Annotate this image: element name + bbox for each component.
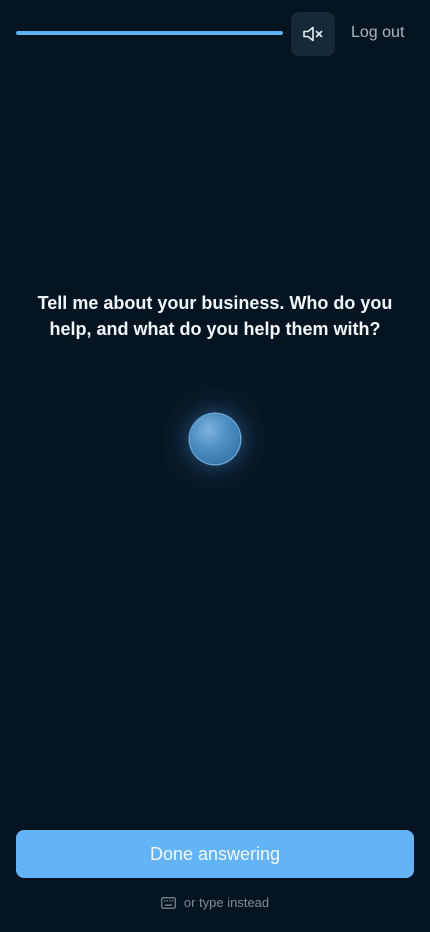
question-prompt: Tell me about your business. Who do you …: [37, 293, 393, 339]
speaker-muted-icon: [303, 26, 323, 42]
type-instead-label: or type instead: [183, 895, 270, 910]
progress-bar: [16, 31, 283, 35]
done-answering-label: Done answering: [149, 843, 281, 864]
top-bar: Log out: [0, 0, 430, 68]
progress-bar-fill: [16, 31, 283, 35]
keyboard-icon: [161, 896, 176, 909]
done-answering-button[interactable]: Done answering: [16, 830, 414, 878]
type-instead-link[interactable]: or type instead: [0, 895, 430, 910]
logout-link[interactable]: Log out: [351, 24, 404, 42]
mute-button[interactable]: [291, 12, 335, 56]
voice-orb: [190, 414, 240, 464]
